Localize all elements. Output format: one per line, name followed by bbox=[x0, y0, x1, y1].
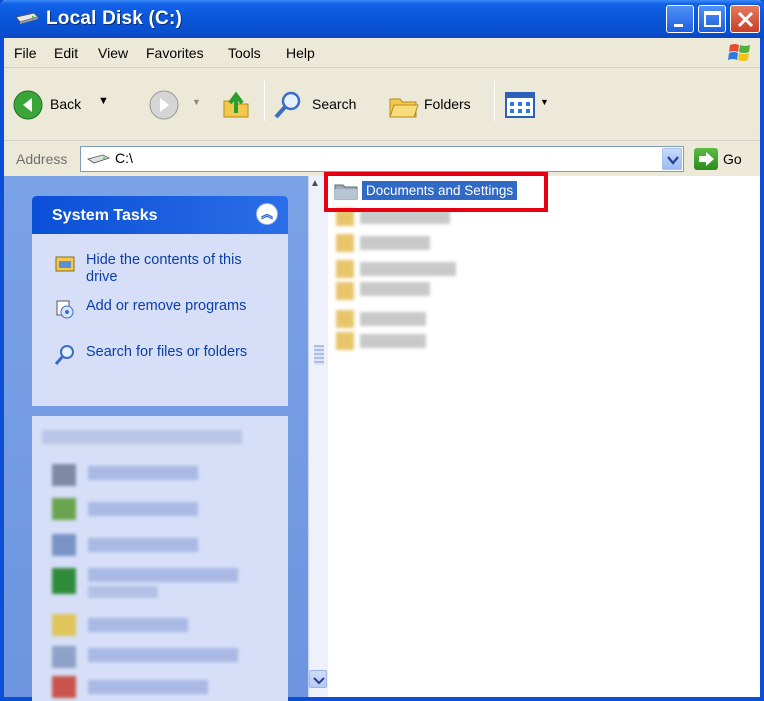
go-label[interactable]: Go bbox=[723, 151, 742, 167]
maximize-icon bbox=[704, 11, 721, 27]
close-button[interactable] bbox=[730, 5, 760, 33]
task-hide-drive[interactable]: Hide the contents of this drive bbox=[54, 252, 274, 288]
maximize-button[interactable] bbox=[698, 5, 726, 33]
menu-file[interactable]: File bbox=[14, 45, 37, 61]
minimize-icon bbox=[674, 24, 683, 27]
system-tasks-title: System Tasks bbox=[52, 207, 158, 224]
task-pane: System Tasks ︽ Hide the contents of this… bbox=[4, 176, 318, 701]
highlight-annotation bbox=[324, 172, 548, 212]
toolbar: Back ▼ ▼ Search Folders ▼ bbox=[4, 69, 760, 141]
search-icon bbox=[54, 345, 74, 365]
back-dropdown-icon[interactable]: ▼ bbox=[98, 95, 109, 107]
task-add-remove-programs[interactable]: Add or remove programs bbox=[54, 298, 274, 334]
go-arrow-icon bbox=[699, 152, 714, 166]
title-bar[interactable]: Local Disk (C:) bbox=[0, 0, 764, 38]
chevron-down-icon bbox=[313, 677, 325, 685]
forward-arrow-icon bbox=[149, 90, 179, 120]
drive-icon bbox=[87, 154, 111, 164]
chevron-down-icon bbox=[667, 156, 679, 165]
add-remove-programs-icon bbox=[56, 300, 74, 319]
folders-label: Folders bbox=[424, 96, 471, 112]
up-folder-icon[interactable] bbox=[220, 89, 252, 121]
window-title: Local Disk (C:) bbox=[46, 8, 183, 29]
address-input[interactable]: C:\ bbox=[80, 146, 684, 172]
forward-button[interactable]: ▼ bbox=[148, 89, 202, 123]
scrollbar-thumb[interactable] bbox=[314, 345, 324, 365]
address-value: C:\ bbox=[115, 150, 133, 166]
back-button[interactable]: Back ▼ bbox=[12, 89, 132, 123]
collapse-chevron-icon[interactable]: ︽ bbox=[256, 203, 278, 225]
menu-bar: File Edit View Favorites Tools Help bbox=[4, 38, 760, 68]
scroll-down-button[interactable] bbox=[309, 670, 327, 688]
task-label: Search for files or folders bbox=[86, 344, 248, 360]
address-bar: Address C:\ Go bbox=[4, 142, 760, 176]
search-icon bbox=[274, 91, 301, 119]
obscured-panel bbox=[32, 416, 288, 701]
menu-help[interactable]: Help bbox=[286, 45, 315, 61]
back-label: Back bbox=[50, 96, 82, 112]
menu-tools[interactable]: Tools bbox=[228, 45, 261, 61]
folders-icon bbox=[389, 98, 419, 118]
address-label: Address bbox=[16, 151, 68, 167]
views-button[interactable]: ▼ bbox=[504, 89, 556, 123]
minimize-button[interactable] bbox=[666, 5, 694, 33]
system-tasks-header[interactable]: System Tasks ︽ bbox=[32, 196, 288, 234]
search-label: Search bbox=[312, 96, 357, 112]
hide-drive-icon bbox=[55, 256, 75, 272]
explorer-window: Local Disk (C:) File Edit View Favorites… bbox=[0, 0, 764, 701]
forward-dropdown-icon[interactable]: ▼ bbox=[192, 97, 201, 107]
views-dropdown-icon[interactable]: ▼ bbox=[540, 97, 549, 107]
menu-favorites[interactable]: Favorites bbox=[146, 45, 204, 61]
task-label: Hide the contents of this drive bbox=[86, 252, 242, 285]
system-tasks-panel: System Tasks ︽ Hide the contents of this… bbox=[32, 196, 288, 406]
task-label: Add or remove programs bbox=[86, 298, 247, 314]
drive-icon bbox=[15, 12, 39, 24]
folders-button[interactable]: Folders bbox=[388, 89, 488, 123]
windows-logo-icon bbox=[728, 44, 750, 61]
address-dropdown-button[interactable] bbox=[662, 148, 682, 170]
go-button[interactable] bbox=[694, 148, 718, 170]
back-arrow-icon bbox=[13, 90, 43, 120]
close-icon bbox=[737, 11, 754, 28]
views-icon bbox=[505, 92, 535, 118]
menu-edit[interactable]: Edit bbox=[54, 45, 78, 61]
task-search-files[interactable]: Search for files or folders bbox=[54, 344, 274, 380]
menu-view[interactable]: View bbox=[98, 45, 128, 61]
file-list: Documents and Settings bbox=[328, 176, 760, 697]
search-button[interactable]: Search bbox=[272, 89, 368, 123]
task-pane-scrollbar[interactable] bbox=[308, 176, 328, 697]
